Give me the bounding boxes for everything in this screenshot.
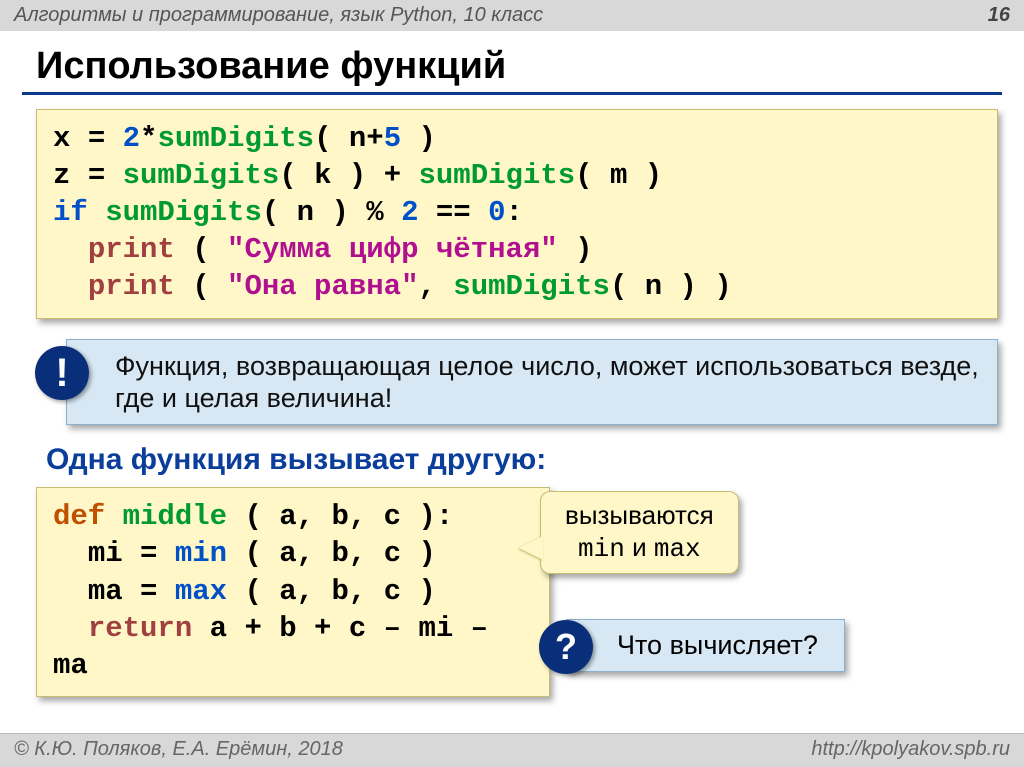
callout-bubble: вызываются min и max [540,491,739,573]
callout-line1: вызываются [565,500,714,531]
footer-copyright: © К.Ю. Поляков, Е.А. Ерёмин, 2018 [14,738,343,761]
code-line: ma = max ( a, b, c ) [53,573,533,610]
code-line: if sumDigits( n ) % 2 == 0: [53,194,981,231]
header-bar: Алгоритмы и программирование, язык Pytho… [0,0,1024,31]
note-box: ! Функция, возвращающая целое число, мож… [66,339,998,426]
question-icon: ? [539,620,593,674]
code-line: print ( "Она равна", sumDigits( n ) ) [53,268,981,305]
code-block-1: x = 2*sumDigits( n+5 ) z = sumDigits( k … [36,109,998,319]
code-block-2: def middle ( a, b, c ): mi = min ( a, b,… [36,487,550,697]
note-text: Функция, возвращающая целое число, может… [115,351,979,413]
exclamation-icon: ! [35,346,89,400]
subheading: Одна функция вызывает другую: [46,443,1024,477]
code-line: mi = min ( a, b, c ) [53,535,533,572]
code-line: z = sumDigits( k ) + sumDigits( m ) [53,157,981,194]
code-line: print ( "Сумма цифр чётная" ) [53,231,981,268]
page-title: Использование функций [36,45,1024,88]
page-number: 16 [988,4,1010,27]
footer-bar: © К.Ю. Поляков, Е.А. Ерёмин, 2018 http:/… [0,733,1024,767]
code-line: x = 2*sumDigits( n+5 ) [53,120,981,157]
code-line: def middle ( a, b, c ): [53,498,533,535]
callout-line2: min и max [565,532,714,565]
title-rule [22,92,1002,95]
question-text: Что вычисляет? [617,630,818,660]
code-line: return a + b + c – mi – ma [53,610,533,684]
question-box: ? Что вычисляет? [566,619,845,672]
footer-url: http://kpolyakov.spb.ru [811,738,1010,761]
breadcrumb: Алгоритмы и программирование, язык Pytho… [14,4,543,27]
callout-tail-icon [519,536,543,560]
